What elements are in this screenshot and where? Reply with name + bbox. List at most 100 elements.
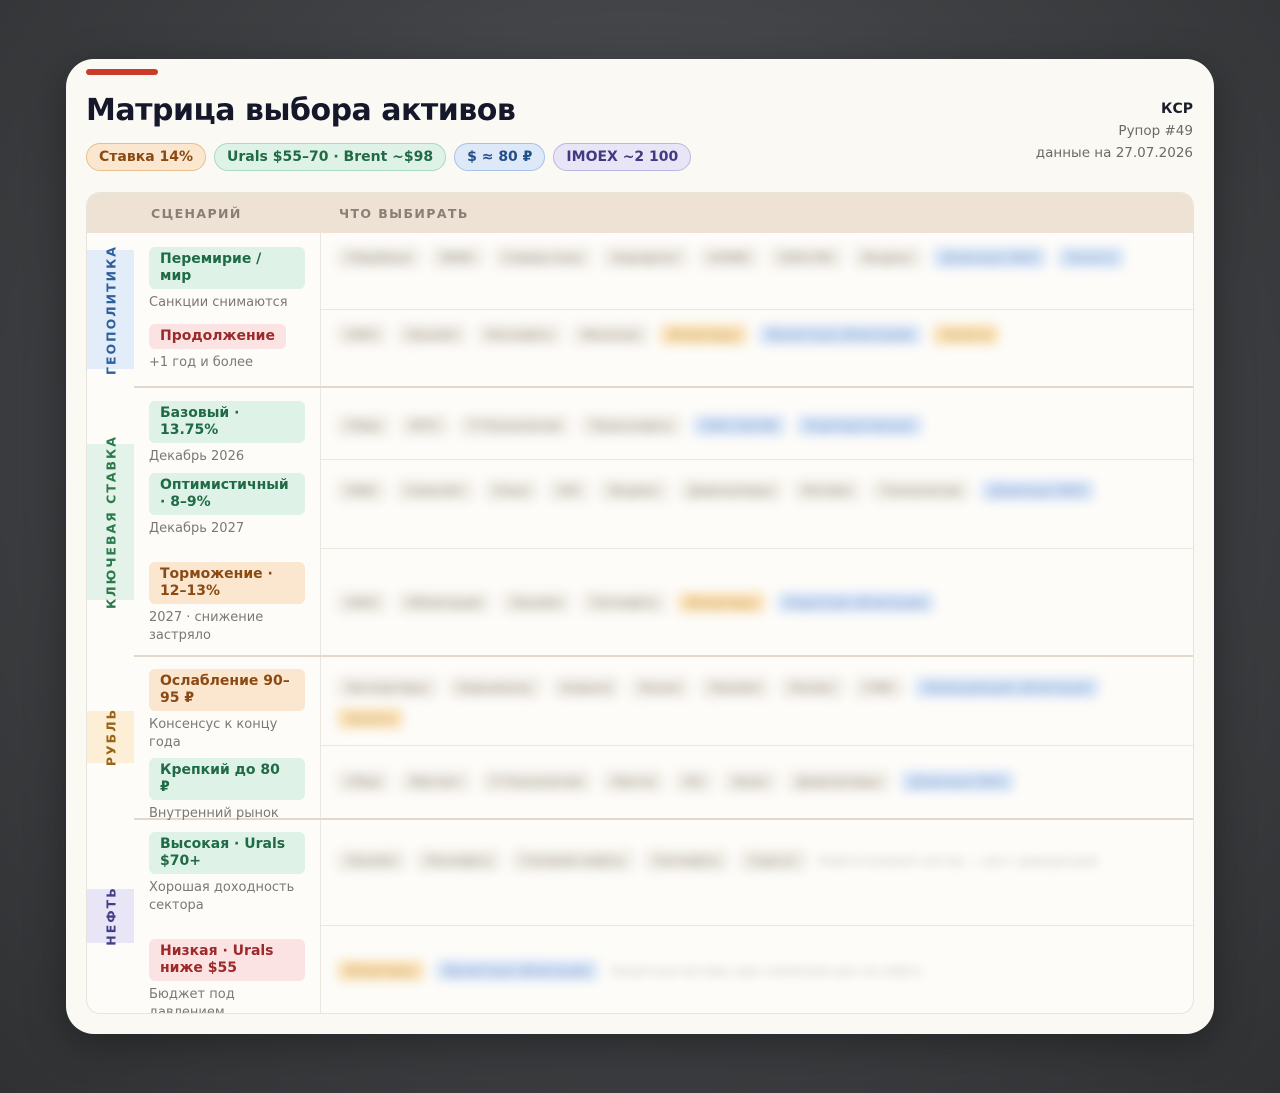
row-divider [320, 925, 1193, 926]
scenario-name: Базовый · 13.75% [149, 401, 305, 443]
asset-tags: Флоатеры Валютные облигации Защитные актив… [337, 960, 1163, 981]
category-label: КЛЮЧЕВАЯ СТАВКА [103, 435, 118, 609]
asset-tag: Аэрофлот [603, 247, 688, 268]
scenario-row: Торможение · 12–13% 2027 · снижение заст… [149, 562, 305, 645]
asset-tag: Роснефть [477, 324, 561, 345]
scenario-row: Оптимистичный · 8–9% Декабрь 2027 [149, 473, 305, 538]
accent-bar [86, 69, 158, 75]
asset-tag: Нефтегазовый сектор — рост дивидендов [817, 853, 1098, 868]
group-divider [134, 655, 1193, 657]
asset-tag: Золото [1057, 247, 1124, 268]
asset-tag: X5 [675, 771, 712, 792]
scenario-table: СЦЕНАРИЙ ЧТО ВЫБИРАТЬ ГЕОПОЛИТИКА КЛЮЧЕВ… [86, 192, 1194, 1014]
chip-usd: $ ≈ 80 ₽ [454, 143, 546, 171]
scenario-name: Высокая · Urals $70+ [149, 832, 305, 874]
asset-tag: Лента [602, 771, 664, 792]
asset-tag: Озон [485, 480, 538, 501]
asset-tag: Короткие облигации [777, 592, 935, 613]
asset-tag: Норникель [448, 677, 541, 698]
category-label: ГЕОПОЛИТИКА [103, 244, 118, 375]
row-divider [320, 309, 1193, 310]
date-label: данные на 27.07.2026 [1035, 145, 1193, 161]
asset-tag: Технологии [872, 480, 970, 501]
asset-tag: Девелоперы [787, 771, 890, 792]
table-header: СЦЕНАРИЙ ЧТО ВЫБИРАТЬ [87, 193, 1193, 233]
asset-tag: Флоатеры [660, 324, 747, 345]
asset-tag: ОФЗ [337, 592, 386, 613]
chip-rate: Ставка 14% [86, 143, 207, 171]
scenario-row: Крепкий до 80 ₽ Внутренний рынок [149, 758, 305, 823]
scenario-row: Перемирие / мир Санкции снимаются [149, 247, 305, 312]
asset-tag: Сбер [337, 415, 390, 436]
scenario-row: Низкая · Urals ниже $55 Бюджет под давле… [149, 939, 305, 1014]
scenario-row: Базовый · 13.75% Декабрь 2026 [149, 401, 305, 466]
asset-tag: Валютные облигации [758, 324, 922, 345]
asset-tag: Магнит [401, 771, 470, 792]
asset-tag: Длинные ОФЗ [981, 480, 1094, 501]
asset-tag: Лукойл [502, 592, 571, 613]
asset-tag: HH [549, 480, 589, 501]
asset-tag: Лукойл [337, 850, 406, 871]
asset-tags: Сбербанк ММК Северсталь Аэрофлот НЛМК ОФЗ-ПК Я… [337, 247, 1163, 268]
row-divider [320, 745, 1193, 746]
asset-tag: Т-Технологии [481, 771, 591, 792]
scenario-description: Декабрь 2026 [149, 449, 245, 464]
asset-tag: Облигации [397, 592, 491, 613]
asset-tags: ПИК Самолёт Озон HH Яндекс Девелоперы Ритейл Те… [337, 480, 1163, 501]
asset-tag: Алроса [552, 677, 620, 698]
scenario-description: Санкции снимаются [149, 295, 288, 310]
asset-tags: Сбер Магнит Т-Технологии Лента X5 Ozon Девелоп… [337, 771, 1163, 792]
asset-tags: ОФЗ Облигации Лукойл Татнефть Флоатеры Коротк… [337, 592, 1163, 613]
asset-tag: Полюс [780, 677, 844, 698]
row-divider [320, 459, 1193, 460]
asset-tags: Лукойл Роснефть Газпром нефть Татнефть Сургу… [337, 850, 1163, 871]
asset-tag: Русал [631, 677, 689, 698]
scenario-description: +1 год и более [149, 355, 254, 370]
asset-tag: Транснефть [581, 415, 681, 436]
scenario-name: Низкая · Urals ниже $55 [149, 939, 305, 981]
asset-tag: Девелоперы [679, 480, 782, 501]
asset-tag: ОФЗ 26238 [692, 415, 786, 436]
asset-tag: Длинные ОФЗ [933, 247, 1046, 268]
asset-tag: НЛМК [699, 247, 759, 268]
asset-tag: Ozon [723, 771, 776, 792]
asset-tag: Корпоративные [797, 415, 922, 436]
asset-tag: Флоатеры [678, 592, 766, 613]
scenario-description: Декабрь 2027 [149, 521, 245, 536]
asset-tag: Лукойл [700, 677, 769, 698]
column-header-choice: ЧТО ВЫБИРАТЬ [339, 206, 469, 221]
asset-tags: Экспортёры Норникель Алроса Русал Лукойл Полю… [337, 677, 1163, 729]
category-geopolitics: ГЕОПОЛИТИКА [87, 245, 134, 374]
row-divider [320, 548, 1193, 549]
asset-tag: Татнефть [644, 850, 729, 871]
scenario-description: Бюджет под давлением [149, 987, 235, 1014]
asset-tag: Длинные ОФЗ [901, 771, 1014, 792]
scenario-name: Крепкий до 80 ₽ [149, 758, 305, 800]
asset-tag: Ритейл [793, 480, 861, 501]
scenario-description: Внутренний рынок [149, 806, 279, 821]
asset-tag: МТС [401, 415, 449, 436]
category-label: НЕФТЬ [103, 886, 118, 946]
scenario-description: Консенсус к концу года [149, 717, 278, 750]
asset-tag: ГМК [855, 677, 903, 698]
meta-block: КСР Рупор #49 данные на 27.07.2026 [1036, 101, 1193, 167]
scenario-name: Перемирие / мир [149, 247, 305, 289]
scenario-description: Хорошая доходность сектора [149, 880, 295, 913]
asset-tag: Золото [933, 324, 1000, 345]
category-oil: НЕФТЬ [87, 886, 134, 946]
indicator-chips: Ставка 14% Urals $55–70 · Brent ~$98 $ ≈… [86, 143, 692, 171]
asset-tag: Роснефть [417, 850, 501, 871]
column-divider [320, 233, 321, 1013]
column-header-scenario: СЦЕНАРИЙ [151, 206, 242, 221]
asset-tags: ОФЗ Лукойл Роснефть Фосагро Флоатеры Валютные… [337, 324, 1163, 345]
asset-tag: Валютные облигации [435, 960, 599, 981]
asset-tag: Северсталь [494, 247, 592, 268]
asset-tag: Лукойл [397, 324, 466, 345]
category-key-rate: КЛЮЧЕВАЯ СТАВКА [87, 435, 134, 609]
asset-tag: Яндекс [600, 480, 668, 501]
scenario-row: Высокая · Urals $70+ Хорошая доходность … [149, 832, 305, 915]
issue-label: Рупор #49 [1118, 123, 1193, 139]
category-label: РУБЛЬ [103, 707, 118, 767]
group-divider [134, 386, 1193, 388]
asset-tag: ОФЗ-ПК [770, 247, 842, 268]
